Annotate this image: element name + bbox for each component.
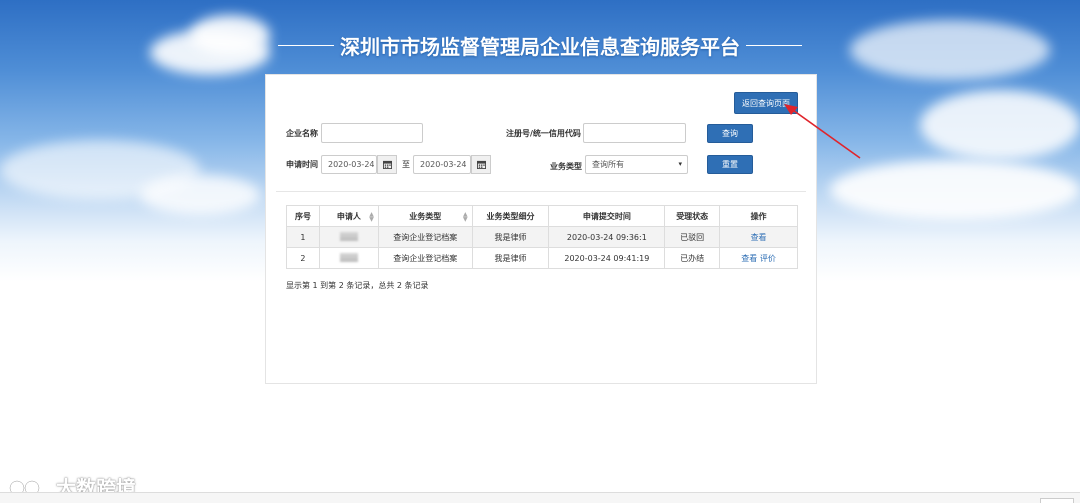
- date-from-calendar[interactable]: [377, 155, 397, 174]
- apply-date-label: 申请时间: [286, 160, 318, 169]
- page-title: 深圳市市场监督管理局企业信息查询服务平台: [340, 34, 740, 59]
- col-header-applicant[interactable]: 申请人 ▲ ▼: [318, 205, 379, 227]
- cell-subtype: 我是律师: [471, 226, 550, 248]
- biz-type-label: 业务类型: [550, 162, 582, 171]
- biz-type-selected-value: 查询所有: [592, 160, 624, 169]
- results-table: 序号 申请人 ▲ ▼ 业务类型 ▲ ▼ 业务类型细分 申请提交时间 受理状态 操作 1 …: [286, 205, 798, 269]
- bottom-bar: [0, 492, 1080, 503]
- date-separator: 至: [402, 160, 410, 169]
- calendar-icon: [382, 160, 392, 169]
- cell-applicant: [318, 247, 379, 269]
- cell-applicant: [318, 226, 379, 248]
- title-line-left: [278, 44, 334, 46]
- col-header-biz-type-label: 业务类型: [409, 211, 442, 221]
- cell-no: 1: [286, 226, 320, 248]
- divider: [276, 191, 806, 192]
- title-line-right: [746, 44, 802, 46]
- table-row: 1 查询企业登记档案 我是律师 2020-03-24 09:36:1 已驳回 查…: [286, 226, 798, 248]
- query-button[interactable]: 查询: [707, 124, 753, 143]
- col-header-applicant-label: 申请人: [336, 211, 361, 221]
- cell-status: 已驳回: [664, 226, 721, 248]
- reg-no-input[interactable]: [583, 123, 686, 143]
- reg-no-label: 注册号/统一信用代码: [506, 129, 581, 138]
- bottom-tab[interactable]: [1040, 498, 1074, 503]
- sort-icon: ▲ ▼: [369, 211, 374, 223]
- cell-submit-time: 2020-03-24 09:41:19: [548, 247, 666, 269]
- biz-type-select[interactable]: 查询所有 ▾: [585, 155, 688, 174]
- col-header-action: 操作: [719, 205, 798, 227]
- table-row: 2 查询企业登记档案 我是律师 2020-03-24 09:41:19 已办结 …: [286, 247, 798, 269]
- cell-status: 已办结: [664, 247, 721, 269]
- col-header-biz-type[interactable]: 业务类型 ▲ ▼: [377, 205, 473, 227]
- cell-action: 查看: [719, 226, 798, 248]
- rate-link[interactable]: 评价: [760, 254, 776, 263]
- annotation-arrow: [784, 104, 861, 159]
- cell-submit-time: 2020-03-24 09:36:1: [548, 226, 666, 248]
- date-to-input[interactable]: 2020-03-24: [413, 155, 471, 174]
- calendar-icon: [476, 160, 486, 169]
- table-header-row: 序号 申请人 ▲ ▼ 业务类型 ▲ ▼ 业务类型细分 申请提交时间 受理状态 操作: [286, 205, 798, 227]
- view-link[interactable]: 查看: [751, 233, 767, 242]
- date-to-calendar[interactable]: [471, 155, 491, 174]
- sort-icon: ▲ ▼: [463, 211, 468, 223]
- page-header: 深圳市市场监督管理局企业信息查询服务平台: [0, 30, 1080, 60]
- cell-biz-type: 查询企业登记档案: [377, 247, 473, 269]
- company-name-label: 企业名称: [286, 129, 318, 138]
- date-from-input[interactable]: 2020-03-24: [321, 155, 377, 174]
- view-link[interactable]: 查看: [741, 254, 757, 263]
- col-header-subtype[interactable]: 业务类型细分: [471, 205, 550, 227]
- company-name-input[interactable]: [321, 123, 423, 143]
- cell-no: 2: [286, 247, 320, 269]
- col-header-no[interactable]: 序号: [286, 205, 320, 227]
- redacted-applicant: [339, 252, 358, 262]
- cell-action: 查看 评价: [719, 247, 798, 269]
- redacted-applicant: [339, 231, 358, 241]
- cell-biz-type: 查询企业登记档案: [377, 226, 473, 248]
- cell-subtype: 我是律师: [471, 247, 550, 269]
- dropdown-arrow-icon: ▾: [678, 160, 682, 168]
- col-header-status[interactable]: 受理状态: [664, 205, 721, 227]
- pagination-summary: 显示第 1 到第 2 条记录，总共 2 条记录: [286, 281, 429, 290]
- query-panel: 返回查询页面 企业名称 注册号/统一信用代码 查询 申请时间 2020-03-2…: [265, 74, 817, 384]
- reset-button[interactable]: 重置: [707, 155, 753, 174]
- col-header-submit-time[interactable]: 申请提交时间: [548, 205, 666, 227]
